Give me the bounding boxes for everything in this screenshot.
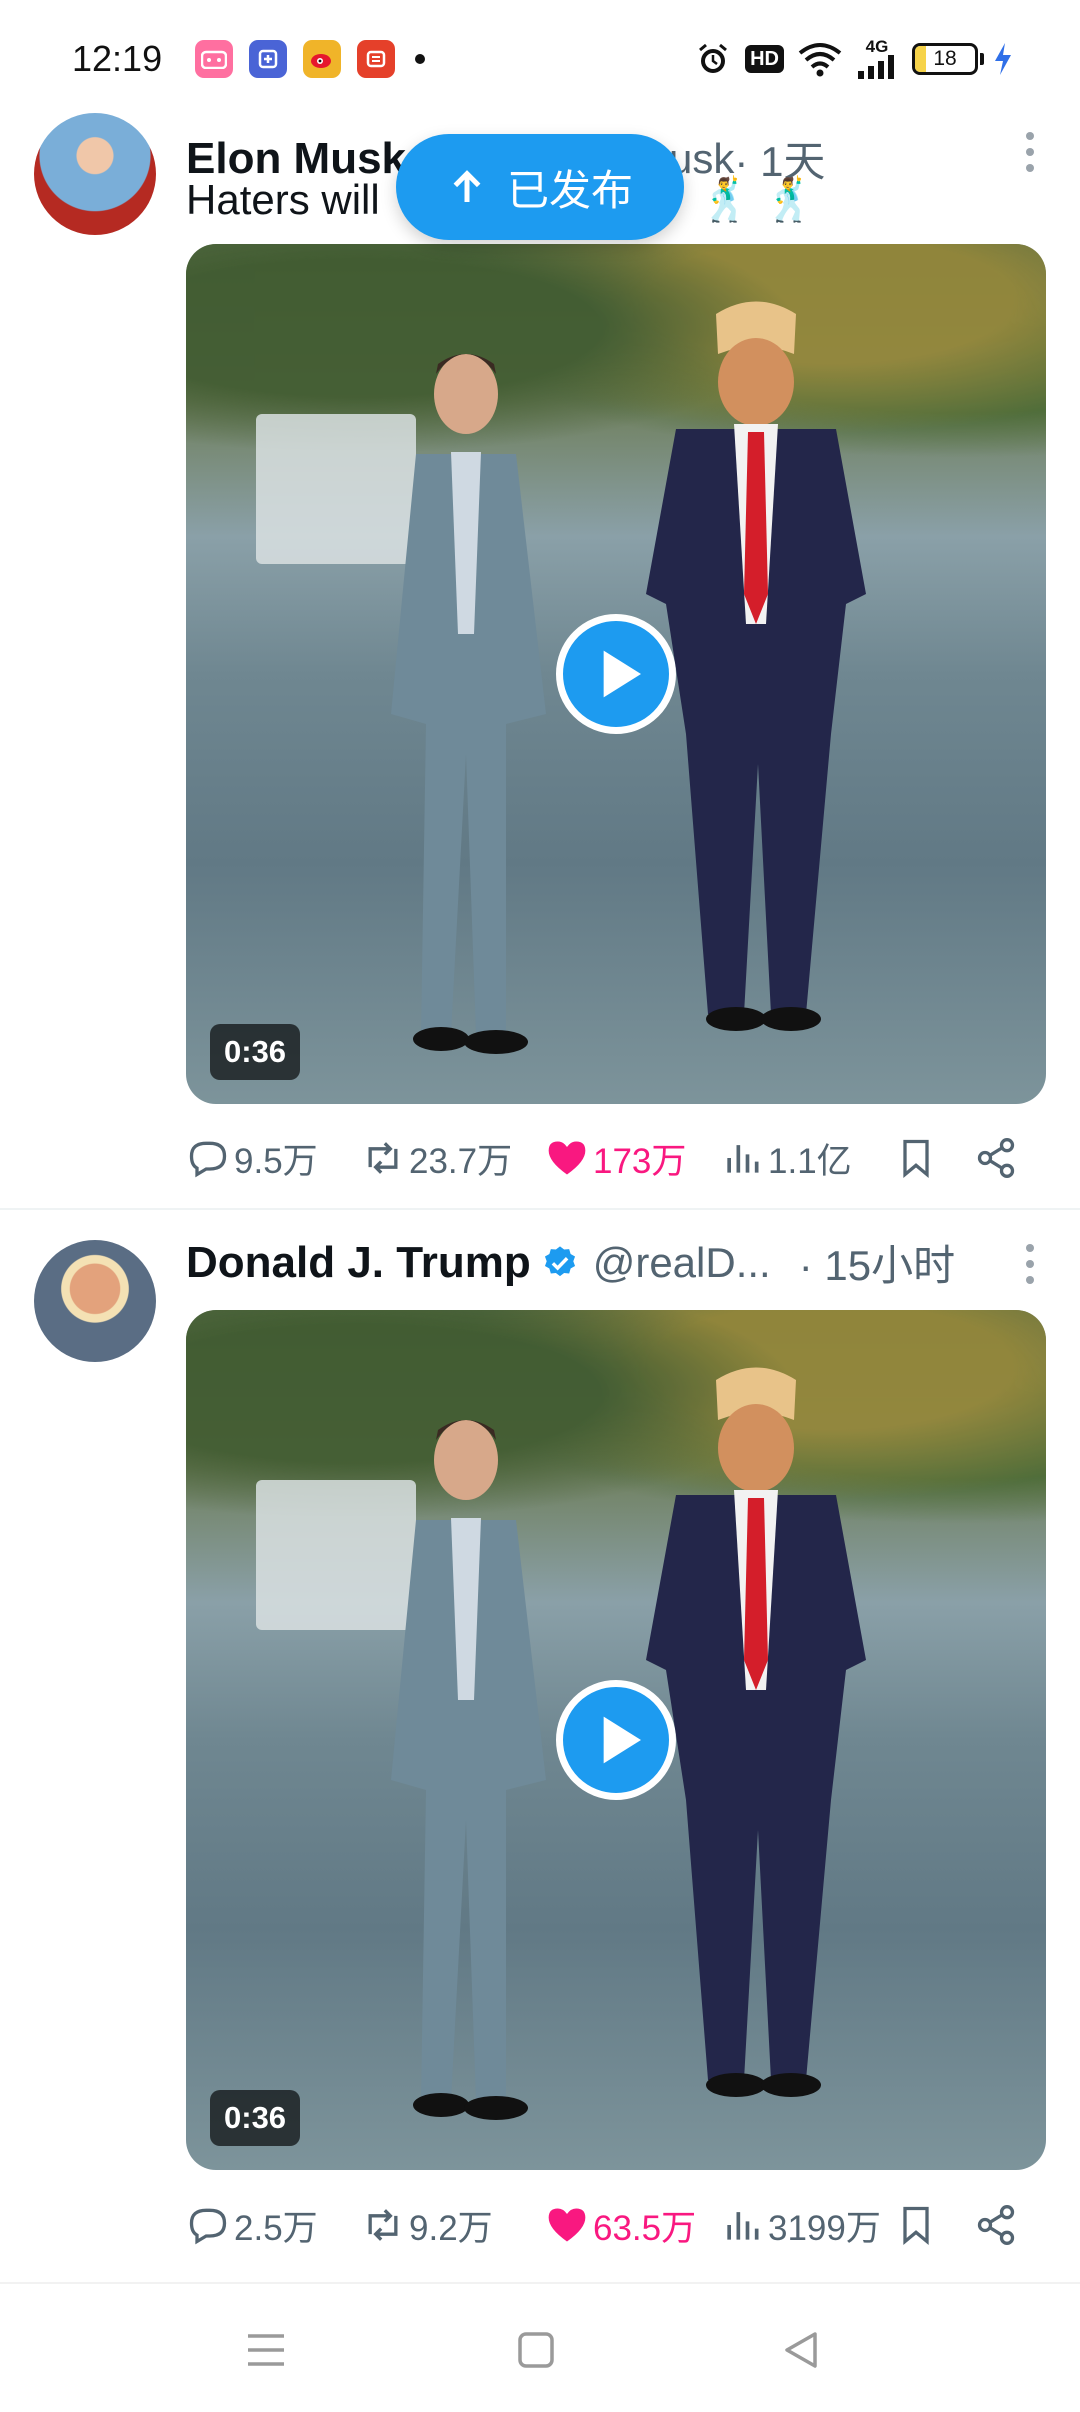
network-type-label: 4G [865,37,889,56]
play-icon [603,1716,641,1764]
posted-toast-label: 已发布 [506,166,633,214]
views-icon [727,1145,759,1173]
alarm-icon [699,43,728,73]
play-button[interactable] [556,614,676,734]
like-button[interactable]: 63.5万 [545,2200,720,2251]
bookmark-icon [903,1139,929,1179]
hd-voice-icon: HD [745,44,784,73]
more-options-icon[interactable] [1010,1232,1050,1296]
more-notifications-dot [415,54,425,64]
heart-icon [548,2208,586,2242]
handle: @realD... [592,1238,771,1286]
like-count: 173万 [593,1141,687,1181]
tweet-header: Donald J. Trump @realD... · 15小时 [186,1232,955,1293]
play-button[interactable] [556,1680,676,1800]
heart-icon [548,1141,586,1175]
pinduoduo-icon [357,40,395,78]
video-duration: 0:36 [210,2090,301,2146]
retweet-icon [368,1142,398,1174]
weibo-icon [303,40,341,78]
retweet-button[interactable]: 23.7万 [361,1133,545,1184]
tweet-actions: 9.5万 23.7万 173万 1.1亿 [186,1123,1046,1193]
back-nav-button[interactable] [775,2324,827,2376]
wifi-icon [798,42,842,76]
bookmark-button[interactable] [894,1136,974,1180]
reply-button[interactable]: 9.5万 [186,1133,361,1184]
play-icon [603,650,641,698]
back-triangle-icon [785,2332,817,2368]
retweet-button[interactable]: 9.2万 [361,2200,545,2251]
reply-button[interactable]: 2.5万 [186,2200,361,2251]
like-count: 63.5万 [593,2208,697,2248]
reply-icon [189,1141,227,1178]
status-indicators: HD 4G 18 [695,38,1014,79]
retweet-count: 23.7万 [409,1141,513,1181]
notification-icons [195,40,425,78]
avatar[interactable] [34,1240,156,1362]
views-count: 3199万 [768,2208,881,2248]
reply-count: 9.5万 [234,1141,318,1181]
status-time: 12:19 [72,38,163,79]
avatar[interactable] [34,113,156,235]
status-bar: 12:19 HD 4G 18 [0,0,1080,120]
posted-toast[interactable]: 已发布 [396,134,684,240]
views-button[interactable]: 3199万 [720,2200,894,2251]
person-in-grey-suit [391,354,546,1054]
tieba-icon [249,40,287,78]
share-button[interactable] [974,1136,1034,1180]
arrow-up-icon [453,170,481,202]
verified-badge-icon [544,1245,575,1276]
battery-cap [980,52,984,65]
tweet-text-content: Haters will [186,176,380,223]
video-duration: 0:36 [210,1024,301,1080]
home-nav-button[interactable] [510,2324,562,2376]
views-count: 1.1亿 [768,1141,852,1181]
bilibili-like-app-icon [195,40,233,78]
system-navigation-bar [0,2282,1080,2412]
share-icon [977,1138,1015,1178]
retweet-count: 9.2万 [409,2208,493,2248]
timestamp: · 15小时 [798,1242,956,1289]
video-thumbnail[interactable]: 0:36 [186,244,1046,1104]
reply-icon [189,2208,227,2245]
charging-bolt-icon [995,42,1011,75]
more-options-icon[interactable] [1010,120,1050,184]
battery-indicator: 18 [912,42,978,75]
like-button[interactable]: 173万 [545,1133,720,1184]
dancing-emoji: 🕺 🕺 [699,176,816,223]
retweet-icon [368,2209,398,2241]
menu-icon [248,2334,284,2366]
cellular-signal-icon: 4G [856,38,898,79]
home-square-icon [518,2332,554,2368]
menu-nav-button[interactable] [240,2324,292,2376]
views-icon [727,2212,759,2240]
share-icon [977,2205,1015,2245]
tweet[interactable]: Donald J. Trump @realD... · 15小时 0:36 2.… [0,1210,1080,2280]
bookmark-icon [903,2206,929,2246]
battery-level: 18 [933,46,957,70]
share-button[interactable] [974,2203,1034,2247]
display-name[interactable]: Donald J. Trump [186,1238,531,1288]
views-button[interactable]: 1.1亿 [720,1133,894,1184]
video-thumbnail[interactable]: 0:36 [186,1310,1046,2170]
battery-fill [915,45,926,72]
tweet[interactable]: Elon Musk 𝕏 @elonmusk · 1天 Haters will🕺 … [0,108,1080,1208]
person-in-grey-suit [391,1420,546,2120]
bookmark-button[interactable] [894,2203,974,2247]
reply-count: 2.5万 [234,2208,318,2248]
tweet-actions: 2.5万 9.2万 63.5万 3199万 [186,2190,1046,2260]
